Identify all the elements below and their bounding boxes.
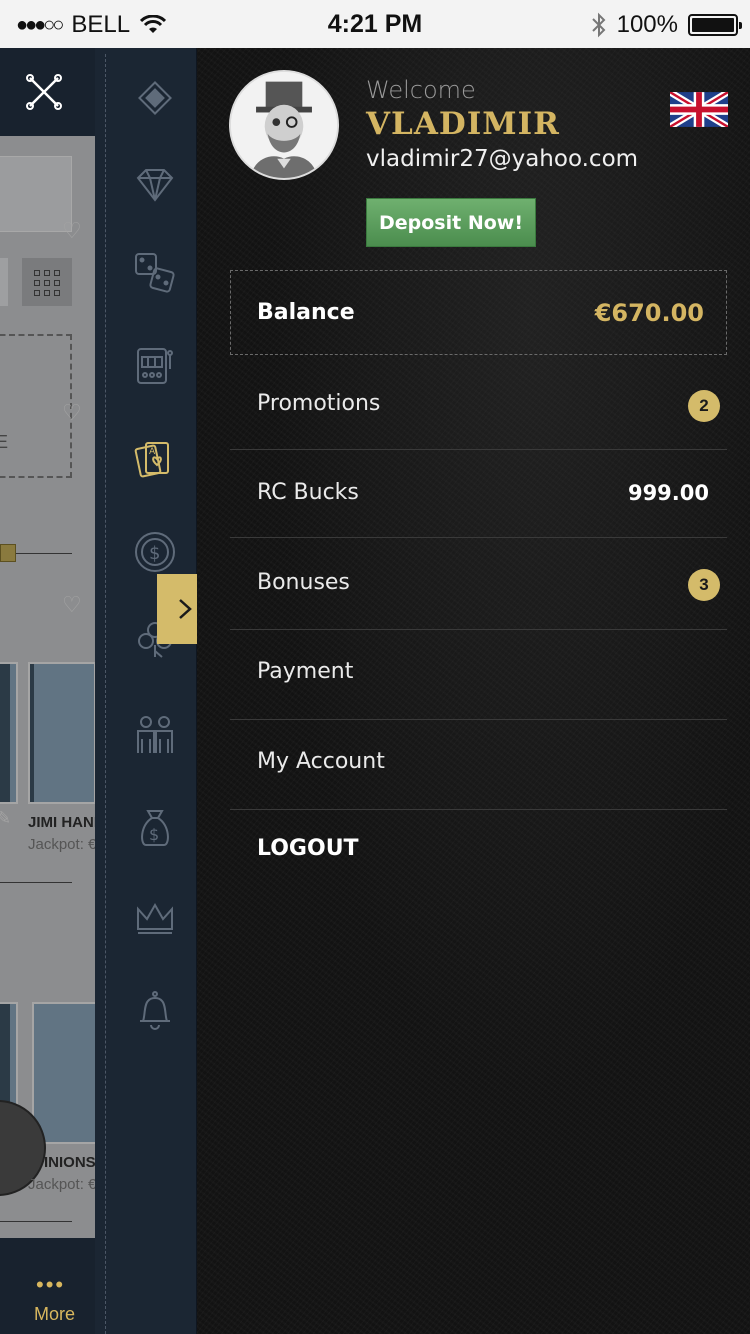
- heart-icon: ♡: [62, 218, 82, 243]
- game-jackpot: Jackpot: €: [28, 836, 95, 853]
- svg-text:A: A: [149, 447, 156, 457]
- divider: [0, 1221, 72, 1222]
- user-email: vladimir27@yahoo.com: [366, 146, 639, 172]
- background-search: [0, 258, 8, 306]
- status-right-group: 100%: [591, 11, 742, 39]
- diamond-chip-icon[interactable]: [125, 68, 185, 128]
- crown-icon[interactable]: [125, 888, 185, 948]
- bonuses-count-badge: 3: [688, 569, 720, 601]
- money-bag-icon[interactable]: $: [125, 798, 185, 858]
- gem-icon[interactable]: [125, 155, 185, 215]
- close-menu-icon[interactable]: [24, 72, 64, 112]
- heart-icon: ♡: [62, 400, 82, 425]
- background-app: ♡ E ♡ ♡ ✎ JIMI HANI Jackpot: € INIONS Ja…: [0, 48, 95, 1334]
- bell-icon[interactable]: [125, 980, 185, 1040]
- deposit-now-button[interactable]: Deposit Now!: [366, 198, 536, 247]
- logout-button[interactable]: LOGOUT: [257, 836, 359, 861]
- status-bar: ●●●○○ BELL 4:21 PM 100%: [0, 0, 750, 48]
- balance-box[interactable]: Balance €670.00: [230, 270, 727, 355]
- background-topbar: [0, 48, 95, 136]
- balance-label: Balance: [257, 300, 355, 325]
- more-icon: •••: [36, 1272, 66, 1297]
- menu-item-label: My Account: [257, 749, 385, 774]
- bluetooth-icon: [591, 12, 606, 38]
- more-label: More: [34, 1304, 76, 1324]
- game-name: JIMI HANI: [28, 814, 95, 831]
- game-tile: [28, 662, 95, 804]
- svg-text:$: $: [149, 825, 159, 844]
- game-name: INIONS: [44, 1154, 95, 1171]
- menu-item-promotions[interactable]: Promotions 2: [230, 358, 727, 450]
- battery-icon: [688, 14, 742, 36]
- chevron-right-icon: [178, 599, 192, 619]
- uk-flag-icon[interactable]: [670, 92, 728, 127]
- balance-value: €670.00: [594, 299, 704, 327]
- menu-item-label: RC Bucks: [257, 480, 359, 505]
- battery-fill: [692, 18, 734, 32]
- avatar[interactable]: [229, 70, 339, 180]
- battery-percent: 100%: [616, 11, 678, 38]
- game-tile: [32, 1002, 95, 1144]
- promotions-count-badge: 2: [688, 390, 720, 422]
- menu-item-payment[interactable]: Payment: [230, 630, 727, 720]
- game-tile: [0, 662, 18, 804]
- people-icon[interactable]: [125, 706, 185, 766]
- rc-bucks-value: 999.00: [627, 481, 709, 505]
- slot-machine-icon[interactable]: [125, 336, 185, 396]
- coin-icon[interactable]: $: [125, 522, 185, 582]
- menu-item-label: Payment: [257, 659, 354, 684]
- game-jackpot: Jackpot: €: [28, 1176, 95, 1193]
- menu-item-rc-bucks[interactable]: RC Bucks 999.00: [230, 450, 727, 538]
- username: VLADIMIR: [366, 106, 560, 142]
- heart-icon: ♡: [62, 592, 82, 617]
- grid-view-icon: [22, 258, 72, 306]
- menu-item-my-account[interactable]: My Account: [230, 720, 727, 810]
- category-icon-rail: A $ $: [95, 48, 197, 1334]
- rail-divider: [105, 54, 106, 1334]
- divider: [0, 882, 72, 883]
- account-menu-panel: Welcome VLADIMIR vladimir27@yahoo.com De…: [197, 48, 750, 1334]
- svg-text:$: $: [149, 543, 160, 564]
- menu-item-label: Bonuses: [257, 570, 350, 595]
- pencil-icon: ✎: [0, 808, 12, 828]
- dice-icon[interactable]: [125, 243, 185, 303]
- menu-item-label: Promotions: [257, 391, 381, 416]
- menu-item-bonuses[interactable]: Bonuses 3: [230, 538, 727, 630]
- divider: [16, 553, 72, 554]
- background-promo-text: E: [0, 432, 9, 452]
- welcome-text: Welcome: [366, 76, 476, 104]
- background-tag: [0, 544, 16, 562]
- playing-cards-icon[interactable]: A: [125, 430, 185, 490]
